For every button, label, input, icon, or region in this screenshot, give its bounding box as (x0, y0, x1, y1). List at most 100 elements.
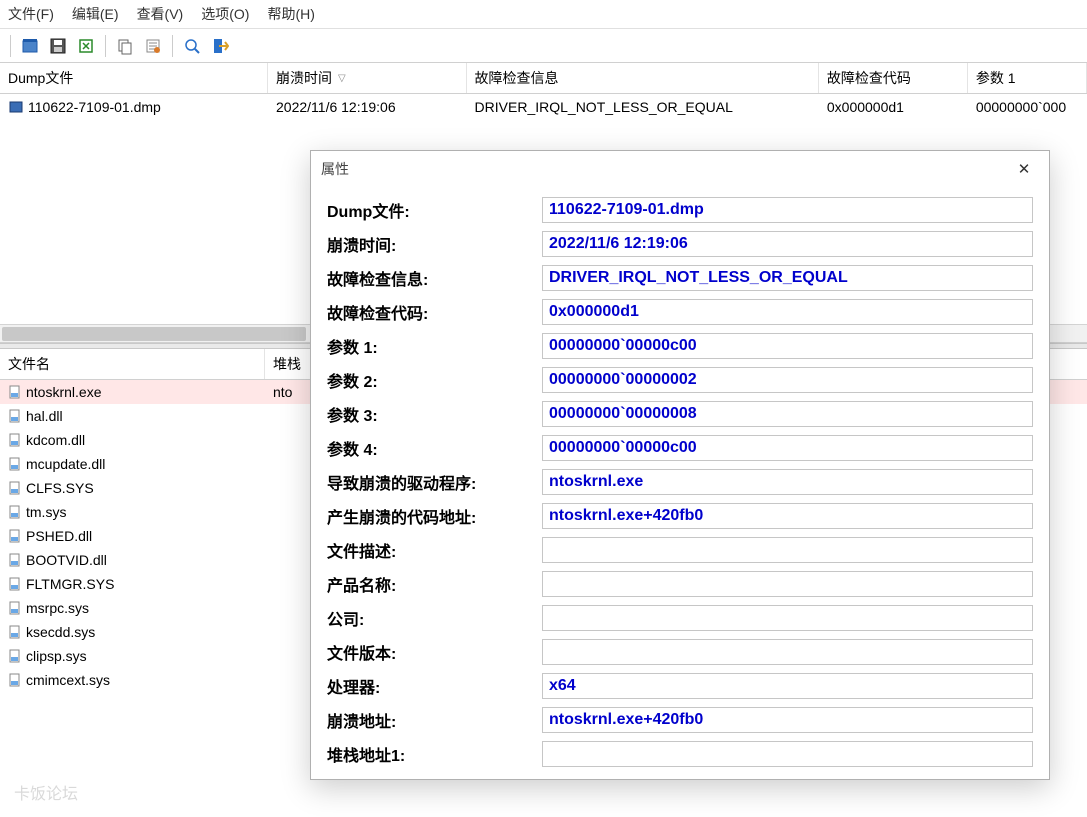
cell-filename: kdcom.dll (0, 428, 265, 452)
dump-table-body: 110622-7109-01.dmp2022/11/6 12:19:06DRIV… (0, 94, 1087, 120)
module-file-icon (8, 505, 22, 519)
property-label: 产品名称: (327, 572, 542, 596)
copy-icon[interactable] (114, 35, 136, 57)
column-header-buginfo[interactable]: 故障检查信息 (467, 63, 819, 93)
table-row[interactable]: 110622-7109-01.dmp2022/11/6 12:19:06DRIV… (0, 94, 1087, 120)
property-value[interactable]: ntoskrnl.exe+420fb0 (542, 707, 1033, 733)
cell-filename: cmimcext.sys (0, 668, 265, 692)
cell-filename: msrpc.sys (0, 596, 265, 620)
cell-filename: BOOTVID.dll (0, 548, 265, 572)
property-value[interactable] (542, 639, 1033, 665)
property-label: 崩溃地址: (327, 708, 542, 732)
menu-view[interactable]: 查看(V) (137, 4, 184, 24)
cell-filename: tm.sys (0, 500, 265, 524)
exit-icon[interactable] (209, 35, 231, 57)
dump-table-header: Dump文件崩溃时间▽故障检查信息故障检查代码参数 1 (0, 63, 1087, 94)
property-row: 参数 2:00000000`00000002 (327, 367, 1033, 393)
property-value[interactable]: 00000000`00000002 (542, 367, 1033, 393)
property-label: Dump文件: (327, 198, 542, 222)
module-file-icon (8, 649, 22, 663)
property-row: 参数 3:00000000`00000008 (327, 401, 1033, 427)
property-value[interactable]: ntoskrnl.exe+420fb0 (542, 503, 1033, 529)
properties-icon[interactable] (142, 35, 164, 57)
property-row: 参数 4:00000000`00000c00 (327, 435, 1033, 461)
menu-edit[interactable]: 编辑(E) (72, 4, 119, 24)
module-file-icon (8, 625, 22, 639)
property-label: 堆栈地址1: (327, 742, 542, 766)
property-row: 崩溃时间:2022/11/6 12:19:06 (327, 231, 1033, 257)
column-header-dumpfile[interactable]: Dump文件 (0, 63, 268, 93)
property-value[interactable]: 110622-7109-01.dmp (542, 197, 1033, 223)
close-icon[interactable]: ✕ (1009, 157, 1039, 181)
property-value[interactable]: 2022/11/6 12:19:06 (542, 231, 1033, 257)
property-row: 崩溃地址:ntoskrnl.exe+420fb0 (327, 707, 1033, 733)
refresh-icon[interactable] (75, 35, 97, 57)
property-value[interactable]: 00000000`00000008 (542, 401, 1033, 427)
save-icon[interactable] (47, 35, 69, 57)
property-label: 参数 1: (327, 334, 542, 358)
menu-help[interactable]: 帮助(H) (267, 4, 314, 24)
property-row: 导致崩溃的驱动程序:ntoskrnl.exe (327, 469, 1033, 495)
property-row: Dump文件:110622-7109-01.dmp (327, 197, 1033, 223)
property-value[interactable]: 0x000000d1 (542, 299, 1033, 325)
toolbar (0, 29, 1087, 63)
cell-filename: CLFS.SYS (0, 476, 265, 500)
module-file-icon (8, 481, 22, 495)
menu-file[interactable]: 文件(F) (8, 4, 54, 24)
cell-filename: ntoskrnl.exe (0, 380, 265, 404)
property-value[interactable] (542, 571, 1033, 597)
property-value[interactable] (542, 537, 1033, 563)
property-row: 公司: (327, 605, 1033, 631)
module-file-icon (8, 385, 22, 399)
property-value[interactable]: 00000000`00000c00 (542, 333, 1033, 359)
column-header-filename[interactable]: 文件名 (0, 349, 265, 379)
cell-filename: ksecdd.sys (0, 620, 265, 644)
property-row: 参数 1:00000000`00000c00 (327, 333, 1033, 359)
module-file-icon (8, 601, 22, 615)
cell-param1: 00000000`000 (968, 94, 1087, 120)
toolbar-separator (105, 35, 106, 57)
cell-filename: clipsp.sys (0, 644, 265, 668)
module-file-icon (8, 433, 22, 447)
module-file-icon (8, 577, 22, 591)
property-label: 参数 3: (327, 402, 542, 426)
property-label: 故障检查代码: (327, 300, 542, 324)
cell-crashtime: 2022/11/6 12:19:06 (268, 94, 467, 120)
property-row: 堆栈地址1: (327, 741, 1033, 767)
module-file-icon (8, 553, 22, 567)
property-value[interactable]: ntoskrnl.exe (542, 469, 1033, 495)
menu-bar: 文件(F) 编辑(E) 查看(V) 选项(O) 帮助(H) (0, 0, 1087, 29)
cell-dumpfile: 110622-7109-01.dmp (0, 94, 268, 120)
find-icon[interactable] (181, 35, 203, 57)
property-label: 产生崩溃的代码地址: (327, 504, 542, 528)
property-label: 处理器: (327, 674, 542, 698)
property-row: 故障检查信息:DRIVER_IRQL_NOT_LESS_OR_EQUAL (327, 265, 1033, 291)
property-label: 文件版本: (327, 640, 542, 664)
cell-filename: mcupdate.dll (0, 452, 265, 476)
cell-bugcode: 0x000000d1 (819, 94, 968, 120)
dialog-titlebar[interactable]: 属性 ✕ (311, 151, 1049, 187)
module-file-icon (8, 529, 22, 543)
property-value[interactable] (542, 605, 1033, 631)
cell-filename: PSHED.dll (0, 524, 265, 548)
column-header-crashtime[interactable]: 崩溃时间▽ (268, 63, 467, 93)
menu-options[interactable]: 选项(O) (201, 4, 249, 24)
column-header-param1[interactable]: 参数 1 (968, 63, 1087, 93)
toolbar-separator (10, 35, 11, 57)
property-value[interactable]: 00000000`00000c00 (542, 435, 1033, 461)
property-label: 文件描述: (327, 538, 542, 562)
scrollbar-thumb[interactable] (2, 327, 306, 341)
property-row: 故障检查代码:0x000000d1 (327, 299, 1033, 325)
property-label: 故障检查信息: (327, 266, 542, 290)
column-header-bugcode[interactable]: 故障检查代码 (819, 63, 968, 93)
property-label: 参数 2: (327, 368, 542, 392)
property-value[interactable]: DRIVER_IRQL_NOT_LESS_OR_EQUAL (542, 265, 1033, 291)
property-label: 参数 4: (327, 436, 542, 460)
dump-file-icon (8, 99, 24, 115)
dialog-body: Dump文件:110622-7109-01.dmp 崩溃时间:2022/11/6 … (311, 187, 1049, 779)
cell-buginfo: DRIVER_IRQL_NOT_LESS_OR_EQUAL (467, 94, 819, 120)
property-value[interactable]: x64 (542, 673, 1033, 699)
properties-dialog: 属性 ✕ Dump文件:110622-7109-01.dmp 崩溃时间:2022/… (310, 150, 1050, 780)
open-icon[interactable] (19, 35, 41, 57)
property-value[interactable] (542, 741, 1033, 767)
